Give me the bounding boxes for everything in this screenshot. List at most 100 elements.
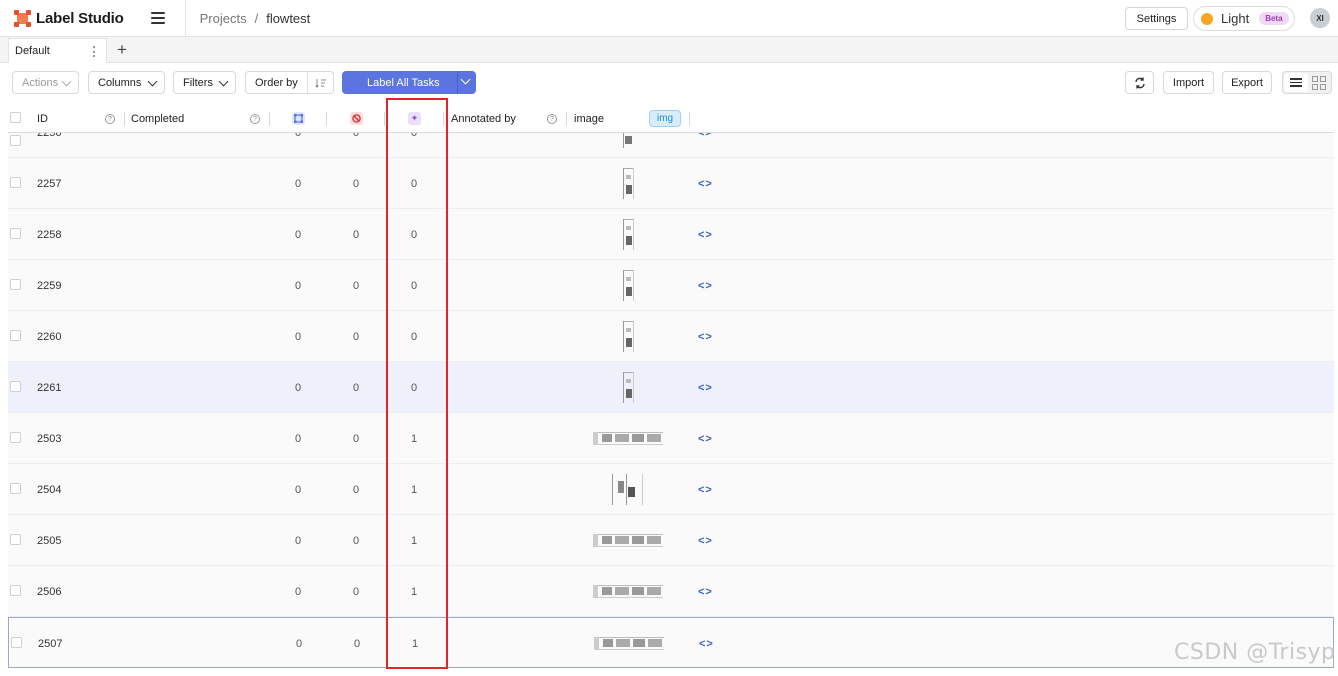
select-all-checkbox[interactable]	[10, 112, 21, 123]
avatar[interactable]: XI	[1310, 8, 1330, 28]
image-type-chip: img	[649, 110, 682, 127]
task-id: 2259	[37, 279, 62, 292]
row-checkbox[interactable]	[10, 585, 21, 596]
table-row[interactable]: 2258 0 0 0 <>	[8, 209, 1334, 260]
filters-dropdown[interactable]: Filters	[173, 71, 236, 94]
list-view-icon[interactable]	[1284, 73, 1308, 92]
label-all-tasks-button[interactable]: Label All Tasks	[342, 71, 476, 94]
column-header-completed[interactable]: Completed	[131, 104, 184, 133]
table-row[interactable]: 2507 0 0 1 <>	[8, 617, 1334, 668]
chevron-down-icon[interactable]	[460, 74, 471, 85]
code-brackets-icon[interactable]: <>	[698, 566, 713, 617]
cancelled-count: 0	[353, 279, 360, 292]
image-thumbnail[interactable]	[620, 218, 636, 251]
more-vertical-icon[interactable]	[93, 46, 96, 57]
row-checkbox[interactable]	[10, 330, 21, 341]
image-thumbnail[interactable]	[593, 627, 667, 660]
row-checkbox[interactable]	[10, 228, 21, 239]
image-thumbnail[interactable]	[592, 524, 666, 557]
total-annotations-count: 0	[295, 177, 302, 190]
total-annotations-icon[interactable]	[292, 112, 305, 125]
predictions-count: 0	[411, 381, 418, 394]
column-header-image[interactable]: image	[574, 104, 604, 133]
breadcrumb-current-project[interactable]: flowtest	[266, 11, 310, 26]
code-brackets-icon[interactable]: <>	[698, 260, 713, 311]
refresh-button[interactable]	[1125, 71, 1154, 94]
code-brackets-icon[interactable]: <>	[698, 158, 713, 209]
help-icon[interactable]: ?	[105, 114, 115, 124]
column-header-annotated-by[interactable]: Annotated by	[451, 104, 516, 133]
column-separator	[443, 112, 444, 126]
column-separator	[689, 112, 690, 126]
image-thumbnail[interactable]	[620, 167, 636, 200]
code-brackets-icon[interactable]: <>	[698, 464, 713, 515]
table-row[interactable]: 2504 0 0 1 <>	[8, 464, 1334, 515]
table-row[interactable]: 2261 0 0 0 <>	[8, 362, 1334, 413]
row-checkbox[interactable]	[11, 637, 22, 648]
menu-icon[interactable]	[150, 12, 165, 24]
help-icon[interactable]: ?	[250, 114, 260, 124]
help-icon[interactable]: ?	[547, 114, 557, 124]
add-tab-icon[interactable]: +	[117, 41, 127, 58]
columns-dropdown[interactable]: Columns	[88, 71, 165, 94]
app-logo[interactable]: Label Studio	[14, 9, 124, 27]
actions-dropdown[interactable]: Actions	[12, 71, 79, 94]
image-thumbnail[interactable]	[620, 320, 636, 353]
cancelled-count: 0	[353, 585, 360, 598]
cancelled-count: 0	[353, 534, 360, 547]
refresh-icon	[1134, 77, 1145, 88]
row-checkbox[interactable]	[10, 279, 21, 290]
cancelled-count: 0	[353, 133, 359, 158]
table-row[interactable]: 2257 0 0 0 <>	[8, 158, 1334, 209]
code-brackets-icon[interactable]: <>	[698, 362, 713, 413]
table-row[interactable]: 2505 0 0 1 <>	[8, 515, 1334, 566]
code-brackets-icon[interactable]: <>	[698, 209, 713, 260]
image-thumbnail[interactable]	[592, 422, 666, 455]
column-header-id[interactable]: ID	[37, 104, 48, 133]
export-button[interactable]: Export	[1222, 71, 1272, 94]
row-checkbox[interactable]	[10, 534, 21, 545]
app-title: Label Studio	[36, 9, 124, 27]
row-checkbox[interactable]	[10, 483, 21, 494]
code-brackets-icon[interactable]: <>	[698, 515, 713, 566]
grid-view-icon[interactable]	[1312, 76, 1326, 90]
cancelled-count: 0	[353, 228, 360, 241]
predictions-count: 0	[411, 228, 418, 241]
code-brackets-icon[interactable]: <>	[698, 133, 713, 158]
row-checkbox[interactable]	[10, 177, 21, 188]
sun-icon	[1201, 12, 1213, 25]
import-button[interactable]: Import	[1163, 71, 1214, 94]
tab-default[interactable]: Default	[8, 38, 107, 63]
image-thumbnail[interactable]	[620, 133, 636, 149]
predictions-count: 0	[411, 279, 418, 292]
table-row[interactable]: 2256 0 0 0 <>	[8, 133, 1334, 158]
total-annotations-count: 0	[295, 228, 302, 241]
image-thumbnail[interactable]	[592, 575, 666, 608]
chevron-down-icon	[147, 76, 158, 87]
breadcrumb-projects[interactable]: Projects	[200, 11, 247, 26]
table-row[interactable]: 2259 0 0 0 <>	[8, 260, 1334, 311]
theme-toggle[interactable]: Light Beta	[1193, 6, 1295, 31]
image-thumbnail[interactable]	[606, 473, 650, 506]
code-brackets-icon[interactable]: <>	[699, 618, 714, 668]
chevron-down-icon	[218, 76, 229, 87]
table-row[interactable]: 2260 0 0 0 <>	[8, 311, 1334, 362]
view-mode-toggle	[1282, 71, 1332, 94]
code-brackets-icon[interactable]: <>	[698, 413, 713, 464]
task-id: 2261	[37, 381, 62, 394]
row-checkbox[interactable]	[10, 432, 21, 443]
image-thumbnail[interactable]	[620, 269, 636, 302]
task-id: 2256	[37, 133, 61, 158]
cancelled-annotations-icon[interactable]	[350, 112, 363, 125]
row-checkbox[interactable]	[10, 381, 21, 392]
row-checkbox[interactable]	[10, 135, 21, 146]
actions-label: Actions	[22, 76, 59, 89]
image-thumbnail[interactable]	[620, 371, 636, 404]
table-row[interactable]: 2503 0 0 1 <>	[8, 413, 1334, 464]
table-row[interactable]: 2506 0 0 1 <>	[8, 566, 1334, 617]
predictions-sparkle-icon[interactable]: ✦	[408, 112, 421, 125]
code-brackets-icon[interactable]: <>	[698, 311, 713, 362]
sort-direction-icon[interactable]	[307, 72, 333, 93]
predictions-count: 1	[411, 534, 418, 547]
settings-button[interactable]: Settings	[1125, 7, 1188, 30]
